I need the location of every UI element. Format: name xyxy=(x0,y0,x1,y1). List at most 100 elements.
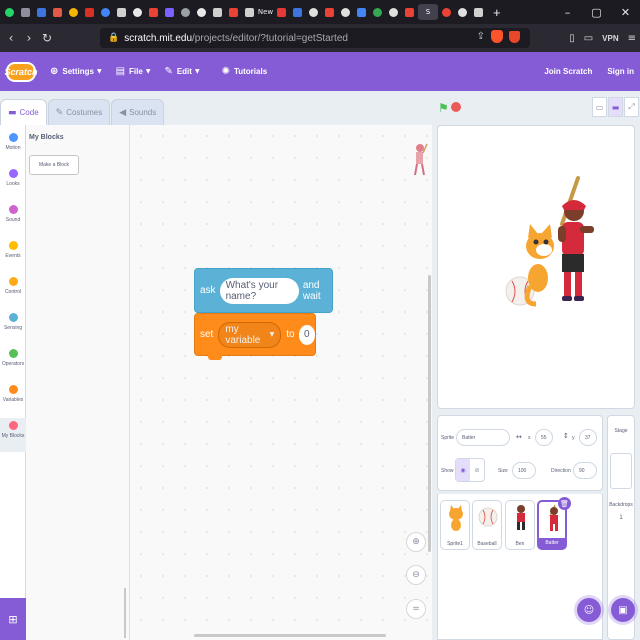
tab-costumes[interactable]: ✎ Costumes xyxy=(47,99,111,125)
browser-tab[interactable] xyxy=(162,4,177,20)
back-icon[interactable]: ‹ xyxy=(4,31,18,45)
browser-tab[interactable]: New xyxy=(258,4,273,20)
address-bar[interactable]: 🔒 scratch.mit.edu/projects/editor/?tutor… xyxy=(100,28,530,48)
tutorials-button[interactable]: ✺ Tutorials xyxy=(222,66,268,77)
green-flag-icon[interactable]: ⚑ xyxy=(438,101,449,115)
choose-sprite-button[interactable]: ☺ xyxy=(577,598,601,622)
set-value-input[interactable]: 0 xyxy=(298,324,315,345)
ask-and-wait-block[interactable]: ask What's your name? and wait xyxy=(194,268,333,313)
delete-sprite-icon[interactable]: 🗑 xyxy=(558,497,571,510)
set-variable-block[interactable]: set my variable ▼ to 0 xyxy=(194,313,316,356)
close-window-icon[interactable]: ✕ xyxy=(611,6,640,19)
join-scratch-link[interactable]: Join Scratch xyxy=(544,67,592,76)
tab-sounds[interactable]: ◀ Sounds xyxy=(111,99,165,125)
choose-backdrop-button[interactable]: ▣ xyxy=(611,598,635,622)
variable-dropdown[interactable]: my variable ▼ xyxy=(218,321,282,348)
sprite-name-input[interactable]: Batter xyxy=(456,429,510,446)
browser-tab[interactable] xyxy=(50,4,65,20)
small-stage-icon[interactable]: ▭ xyxy=(592,97,607,117)
category-operators[interactable]: Operators xyxy=(0,346,26,380)
maximize-icon[interactable]: ▢ xyxy=(582,6,611,19)
browser-tab[interactable] xyxy=(226,4,241,20)
show-eye-icon[interactable]: ◉ xyxy=(456,459,470,481)
stage-thumbnail[interactable] xyxy=(610,453,632,489)
normal-stage-icon[interactable]: ▬ xyxy=(608,97,623,117)
browser-tab[interactable] xyxy=(290,4,305,20)
size-input[interactable]: 100 xyxy=(512,462,536,479)
sprite-tile-ben[interactable]: Ben xyxy=(505,500,535,550)
sign-in-link[interactable]: Sign in xyxy=(607,67,634,76)
browser-tab[interactable] xyxy=(322,4,337,20)
stop-icon[interactable] xyxy=(451,102,461,112)
category-my-blocks[interactable]: My Blocks xyxy=(0,418,26,452)
category-sound[interactable]: Sound xyxy=(0,202,26,236)
reload-icon[interactable]: ↻ xyxy=(40,31,54,45)
browser-tab[interactable] xyxy=(178,4,193,20)
category-sensing[interactable]: Sensing xyxy=(0,310,26,344)
zoom-in-icon[interactable]: ⊕ xyxy=(406,532,426,552)
browser-tab[interactable] xyxy=(439,4,454,20)
workspace-horizontal-scrollbar[interactable] xyxy=(194,634,386,637)
file-menu[interactable]: ▤ File ▼ xyxy=(116,66,151,77)
sprite-tile-baseball[interactable]: Baseball xyxy=(472,500,502,550)
category-events[interactable]: Events xyxy=(0,238,26,272)
hide-eye-icon[interactable]: ⊘ xyxy=(470,459,484,481)
sidebar-icon[interactable]: ▯ xyxy=(569,33,575,44)
x-position-input[interactable]: 55 xyxy=(535,429,553,446)
tab-code[interactable]: ▬ Code xyxy=(0,99,47,125)
edit-menu[interactable]: ✎ Edit ▼ xyxy=(164,66,199,77)
browser-tab[interactable] xyxy=(338,4,353,20)
brave-rewards-icon[interactable] xyxy=(509,30,520,43)
forward-icon[interactable]: › xyxy=(22,31,36,45)
browser-tab[interactable] xyxy=(82,4,97,20)
workspace-vertical-scrollbar[interactable] xyxy=(428,275,431,552)
brave-shields-icon[interactable] xyxy=(491,30,503,43)
browser-tab[interactable] xyxy=(402,4,417,20)
browser-tab[interactable] xyxy=(18,4,33,20)
zoom-out-icon[interactable]: ⊖ xyxy=(406,565,426,585)
stage-canvas[interactable] xyxy=(437,125,635,409)
browser-tab[interactable] xyxy=(194,4,209,20)
settings-menu[interactable]: ⊕ Settings ▼ xyxy=(50,66,102,77)
scratch-logo[interactable]: Scratch xyxy=(4,61,38,82)
ask-question-input[interactable]: What's your name? xyxy=(219,277,299,304)
palette-scrollbar[interactable] xyxy=(124,588,126,638)
browser-tab[interactable] xyxy=(386,4,401,20)
category-control[interactable]: Control xyxy=(0,274,26,308)
category-looks[interactable]: Looks xyxy=(0,166,26,200)
visibility-toggle[interactable]: ◉ ⊘ xyxy=(455,458,485,482)
browser-tab[interactable] xyxy=(210,4,225,20)
browser-tab[interactable] xyxy=(370,4,385,20)
browser-tab[interactable] xyxy=(354,4,369,20)
browser-tab[interactable]: S xyxy=(418,4,438,20)
sprite-tile-sprite1[interactable]: Sprite1 xyxy=(440,500,470,550)
browser-tab[interactable] xyxy=(242,4,257,20)
browser-tab[interactable] xyxy=(2,4,17,20)
browser-tab[interactable] xyxy=(130,4,145,20)
browser-tab[interactable] xyxy=(114,4,129,20)
make-a-block-button[interactable]: Make a Block xyxy=(29,155,79,175)
new-tab-button[interactable]: + xyxy=(493,5,501,20)
share-icon[interactable]: ⇪ xyxy=(477,31,485,42)
code-workspace[interactable] xyxy=(130,125,432,640)
minimize-icon[interactable]: – xyxy=(553,6,582,19)
menu-icon[interactable]: ≡ xyxy=(628,33,636,44)
browser-tab[interactable] xyxy=(306,4,321,20)
browser-tab[interactable] xyxy=(471,4,486,20)
fullscreen-icon[interactable]: ⤢ xyxy=(624,97,639,117)
browser-tab[interactable] xyxy=(146,4,161,20)
wallet-icon[interactable]: ▭ xyxy=(584,33,593,44)
vpn-button[interactable]: VPN xyxy=(602,34,618,43)
direction-input[interactable]: 90 xyxy=(573,462,597,479)
y-position-input[interactable]: 37 xyxy=(579,429,597,446)
add-extension-button[interactable]: ⊞ xyxy=(0,598,26,640)
category-motion[interactable]: Motion xyxy=(0,130,26,164)
browser-tab[interactable] xyxy=(66,4,81,20)
browser-tab[interactable] xyxy=(34,4,49,20)
browser-tab[interactable] xyxy=(455,4,470,20)
browser-tab[interactable] xyxy=(274,4,289,20)
tab-favicon-icon xyxy=(213,7,222,17)
browser-tab[interactable] xyxy=(98,4,113,20)
zoom-reset-icon[interactable]: = xyxy=(406,599,426,619)
category-variables[interactable]: Variables xyxy=(0,382,26,416)
